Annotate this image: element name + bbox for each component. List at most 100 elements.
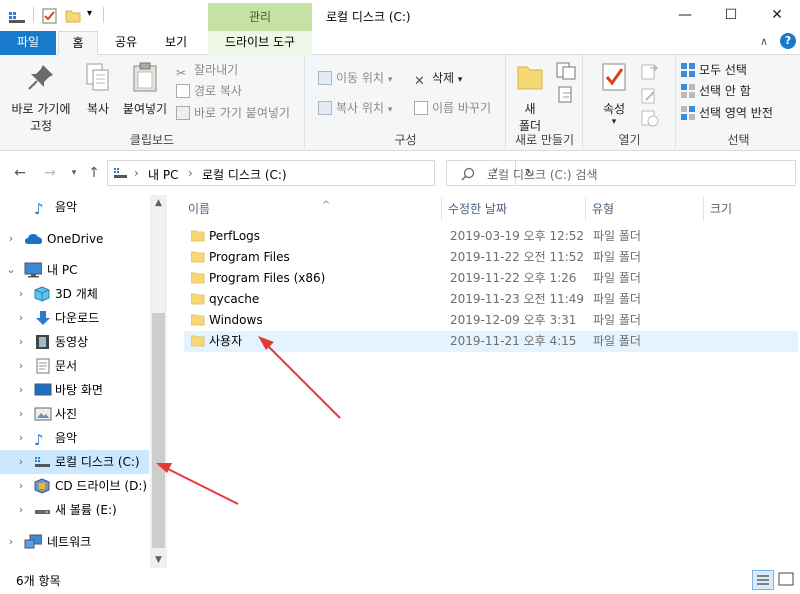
expand-chevron-icon[interactable]: › — [16, 450, 26, 474]
easy-access-icon[interactable] — [555, 85, 579, 105]
breadcrumb-local-disk[interactable]: 로컬 디스크 (C:) — [202, 166, 287, 183]
expand-chevron-icon[interactable]: › — [16, 474, 26, 498]
invert-selection-button[interactable]: 선택 영역 반전 — [681, 103, 773, 123]
expand-chevron-icon[interactable]: › — [16, 402, 26, 426]
copy-to-button[interactable]: 복사 위치 ▾ — [318, 98, 392, 118]
new-folder-button[interactable]: 새 폴더 — [513, 61, 547, 134]
select-all-button[interactable]: 모두 선택 — [681, 60, 747, 80]
expand-chevron-icon[interactable]: › — [16, 306, 26, 330]
breadcrumb-this-pc[interactable]: 내 PC — [148, 166, 178, 183]
tab-share[interactable]: 공유 — [106, 31, 146, 55]
forward-arrow-icon[interactable]: → — [40, 163, 60, 183]
new-item-icon[interactable] — [555, 61, 579, 81]
file-date: 2019-11-21 오후 4:15 — [450, 334, 577, 348]
scroll-down-icon[interactable]: ▼ — [150, 555, 167, 565]
large-icons-view-button[interactable] — [776, 570, 798, 590]
nav-item-label: 사진 — [55, 407, 78, 421]
nav-pane-scrollbar[interactable]: ▲ ▼ — [150, 195, 167, 568]
history-icon[interactable] — [640, 109, 660, 127]
copy-to-icon — [318, 101, 332, 115]
tab-view[interactable]: 보기 — [156, 31, 196, 55]
expand-chevron-icon[interactable]: › — [16, 282, 26, 306]
clipboard-group-label: 클립보드 — [129, 133, 175, 147]
cut-label: 잘라내기 — [194, 63, 239, 77]
new-group-label: 새로 만들기 — [514, 133, 574, 147]
expand-chevron-icon[interactable]: › — [6, 227, 16, 251]
picture-icon — [34, 407, 52, 421]
expand-chevron-icon[interactable]: › — [6, 530, 16, 554]
clipboard-group: 바로 가기에 고정 복사 붙여넣기 ✂ 잘라내기 경로 복사 바로 가기 붙여넣… — [0, 55, 305, 151]
file-type: 파일 폴더 — [593, 313, 641, 327]
expand-chevron-icon[interactable]: › — [16, 426, 26, 450]
up-arrow-icon[interactable]: ↑ — [84, 163, 104, 183]
customize-quick-access-icon[interactable]: ▾ — [87, 8, 92, 19]
edit-icon[interactable] — [640, 87, 660, 105]
close-button[interactable]: ✕ — [754, 0, 800, 30]
scissors-icon: ✂ — [176, 66, 187, 80]
search-icon — [461, 167, 475, 181]
move-to-button[interactable]: 이동 위치 ▾ — [318, 68, 392, 88]
file-row[interactable]: Program Files (x86) 2019-11-22 오후 1:26 파… — [184, 268, 798, 289]
manage-context-header: 관리 — [208, 3, 312, 31]
collapse-ribbon-icon[interactable]: ∧ — [760, 35, 768, 48]
file-date: 2019-11-22 오전 11:52 — [450, 250, 585, 264]
column-header-name[interactable]: 이름 ^ — [182, 197, 442, 221]
expand-chevron-icon[interactable]: › — [16, 498, 26, 522]
column-header-date[interactable]: 수정한 날짜 — [442, 197, 586, 221]
properties-dropdown-icon[interactable]: ▾ — [594, 117, 634, 127]
file-row-users[interactable]: 사용자 2019-11-21 오후 4:15 파일 폴더 — [184, 331, 798, 352]
open-group: 속성 ▾ 열기 — [584, 55, 676, 151]
search-box[interactable]: 로컬 디스크 (C:) 검색 — [446, 160, 796, 186]
file-name: PerfLogs — [209, 229, 261, 243]
expand-chevron-icon[interactable]: › — [16, 378, 26, 402]
file-row[interactable]: qycache 2019-11-23 오전 11:49 파일 폴더 — [184, 289, 798, 310]
file-row[interactable]: Windows 2019-12-09 오후 3:31 파일 폴더 — [184, 310, 798, 331]
paste-shortcut-button[interactable]: 바로 가기 붙여넣기 — [176, 103, 290, 123]
tab-file[interactable]: 파일 — [0, 31, 56, 55]
expand-chevron-icon[interactable]: › — [16, 354, 26, 378]
copy-path-button[interactable]: 경로 복사 — [176, 81, 242, 101]
collapse-chevron-icon[interactable]: ⌄ — [6, 258, 16, 282]
nav-item-label: 음악 — [55, 200, 78, 214]
recent-locations-chevron-icon[interactable]: ▾ — [64, 163, 84, 183]
details-view-button[interactable] — [752, 570, 774, 590]
properties-check-icon[interactable] — [42, 8, 58, 24]
scroll-thumb[interactable] — [152, 313, 165, 548]
select-none-icon — [681, 84, 695, 98]
file-row[interactable]: PerfLogs 2019-03-19 오후 12:52 파일 폴더 — [184, 226, 798, 247]
select-none-label: 선택 안 함 — [699, 84, 751, 98]
file-row[interactable]: Program Files 2019-11-22 오전 11:52 파일 폴더 — [184, 247, 798, 268]
nav-item-label: 3D 개체 — [55, 287, 98, 301]
breadcrumb-separator[interactable]: › — [134, 166, 139, 180]
column-header-type[interactable]: 유형 — [586, 197, 704, 221]
drive-icon[interactable] — [8, 8, 28, 24]
copy-button[interactable]: 복사 — [80, 61, 116, 117]
paste-button[interactable]: 붙여넣기 — [120, 61, 170, 117]
back-arrow-icon[interactable]: ← — [10, 163, 30, 183]
folder-icon — [191, 251, 205, 263]
properties-button[interactable]: 속성 ▾ — [594, 61, 634, 127]
column-header-size[interactable]: 크기 — [704, 197, 794, 221]
rename-button[interactable]: 이름 바꾸기 — [414, 98, 491, 118]
breadcrumb-separator[interactable]: › — [188, 166, 193, 180]
pin-quick-access-button[interactable]: 바로 가기에 고정 — [6, 61, 76, 134]
select-none-button[interactable]: 선택 안 함 — [681, 81, 751, 101]
select-group: 모두 선택 선택 안 함 선택 영역 반전 선택 — [677, 55, 800, 151]
delete-button[interactable]: ✕ 삭제 ▾ — [414, 68, 462, 89]
new-folder-icon[interactable] — [65, 8, 81, 24]
expand-chevron-icon[interactable]: › — [16, 330, 26, 354]
cut-button[interactable]: ✂ 잘라내기 — [176, 60, 238, 80]
tab-home[interactable]: 홈 — [58, 31, 98, 55]
new-folder-label-1: 새 — [524, 102, 536, 116]
pin-icon — [28, 65, 53, 90]
large-icons-view-icon — [778, 572, 794, 586]
copy-to-label: 복사 위치 — [336, 101, 384, 115]
help-icon[interactable]: ? — [780, 33, 796, 49]
tab-drive-tools[interactable]: 드라이브 도구 — [208, 31, 312, 55]
scroll-up-icon[interactable]: ▲ — [150, 198, 167, 208]
minimize-button[interactable]: — — [662, 0, 708, 30]
maximize-button[interactable]: ☐ — [708, 0, 754, 30]
address-bar[interactable]: › 내 PC › 로컬 디스크 (C:) ∨ ↻ — [107, 160, 535, 186]
open-icon[interactable] — [640, 63, 660, 81]
nav-item-local-disk-c[interactable]: › 로컬 디스크 (C:) — [0, 450, 149, 474]
